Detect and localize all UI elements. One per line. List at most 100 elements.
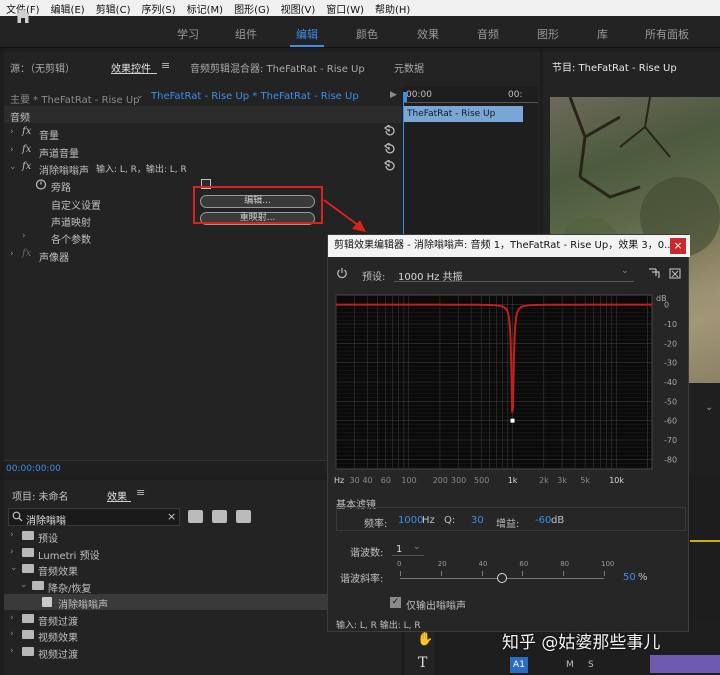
- tree-item-label[interactable]: Lumetri 预设: [38, 547, 100, 562]
- search-value[interactable]: 消除嗡嗡: [26, 512, 66, 527]
- panel-menu-icon[interactable]: ≡: [136, 486, 145, 499]
- save-preset-icon[interactable]: [648, 267, 660, 279]
- preset-value[interactable]: 1000 Hz 共振: [398, 268, 463, 283]
- expand-icon[interactable]: ›: [10, 646, 14, 656]
- chevron-down-icon[interactable]: ⌄: [705, 402, 713, 413]
- gain-value[interactable]: -60: [535, 515, 551, 526]
- play-only-icon[interactable]: ▶: [390, 90, 397, 100]
- track-a1-target[interactable]: A1: [510, 657, 528, 673]
- menu-edit[interactable]: 编辑(E): [45, 1, 90, 16]
- menu-clip[interactable]: 剪辑(C): [90, 1, 136, 16]
- fx-icon[interactable]: fx: [22, 126, 31, 137]
- bypass-stopwatch-icon[interactable]: [35, 178, 47, 190]
- playhead-marker[interactable]: [403, 92, 407, 102]
- 32bit-effects-icon[interactable]: [212, 510, 227, 523]
- reset-icon[interactable]: [383, 143, 397, 155]
- track-solo-button[interactable]: S: [588, 660, 594, 670]
- menu-help[interactable]: 帮助(H): [369, 1, 415, 16]
- collapse-icon[interactable]: ⌄: [9, 162, 17, 172]
- effect-dehummer[interactable]: 消除嗡嗡声: [39, 162, 89, 177]
- tab-audio-clip-mixer[interactable]: 音频剪辑混合器: TheFatRat - Rise Up: [190, 60, 365, 75]
- clear-search-icon[interactable]: ×: [167, 510, 176, 523]
- chevron-down-icon[interactable]: ⌄: [136, 91, 144, 101]
- collapse-icon[interactable]: ⌄: [10, 563, 18, 573]
- menu-markers[interactable]: 标记(M): [181, 1, 228, 16]
- track-mute-button[interactable]: M: [566, 660, 574, 670]
- reset-icon[interactable]: [383, 125, 397, 137]
- expand-icon[interactable]: ›: [10, 613, 14, 623]
- effect-channel-volume[interactable]: 声道音量: [39, 145, 79, 160]
- params-label[interactable]: 各个参数: [51, 231, 91, 246]
- workspace-libraries[interactable]: 库: [597, 26, 608, 42]
- tree-item-label[interactable]: 音频过渡: [38, 613, 78, 628]
- type-tool-icon[interactable]: T: [418, 655, 427, 671]
- dialog-title[interactable]: 剪辑效果编辑器 - 消除嗡嗡声: 音频 1，TheFatRat - Rise U…: [328, 235, 690, 257]
- expand-icon[interactable]: ›: [10, 530, 14, 540]
- expand-icon[interactable]: ›: [10, 629, 14, 639]
- slope-tick-mark: [400, 571, 401, 576]
- tree-item-label[interactable]: 预设: [38, 530, 58, 545]
- output-hum-only-label[interactable]: 仅输出嗡嗡声: [406, 597, 466, 612]
- workspace-color[interactable]: 颜色: [356, 26, 378, 42]
- effect-volume[interactable]: 音量: [39, 127, 59, 142]
- workspace-learn[interactable]: 学习: [177, 26, 199, 42]
- chevron-down-icon[interactable]: ⌄: [413, 542, 421, 552]
- tree-item-label[interactable]: 视频过渡: [38, 646, 78, 661]
- menu-graphics[interactable]: 图形(G): [228, 1, 275, 16]
- output-hum-only-checkbox[interactable]: ✓: [390, 597, 401, 608]
- tree-item-label[interactable]: 消除嗡嗡声: [58, 596, 108, 611]
- frequency-response-graph[interactable]: dB 0-10-20-30-40-50-60-70-80 Hz 30 40 60 100…: [334, 293, 684, 489]
- tab-project[interactable]: 项目: 未命名: [12, 488, 69, 503]
- tree-item-label[interactable]: 视频效果: [38, 629, 78, 644]
- section-audio-label: 音频: [10, 113, 30, 124]
- master-clip-label[interactable]: 主要 * TheFatRat - Rise Up: [10, 91, 140, 106]
- program-title[interactable]: 节目: TheFatRat - Rise Up: [552, 59, 677, 74]
- expand-icon[interactable]: ›: [10, 145, 14, 155]
- panel-menu-icon[interactable]: ≡: [161, 59, 170, 72]
- workspace-audio[interactable]: 音频: [477, 26, 499, 42]
- audio-clip-block[interactable]: [650, 655, 720, 673]
- workspace-effects[interactable]: 效果: [417, 26, 439, 42]
- freq-value[interactable]: 1000: [398, 515, 423, 526]
- slope-value[interactable]: 50: [623, 572, 636, 583]
- power-icon[interactable]: [336, 267, 348, 279]
- delete-preset-icon[interactable]: [669, 267, 681, 279]
- chevron-down-icon[interactable]: ⌄: [621, 266, 629, 276]
- home-icon[interactable]: [14, 8, 32, 24]
- fx-icon[interactable]: fx: [22, 161, 31, 172]
- workspace-editing[interactable]: 编辑: [296, 26, 318, 42]
- current-timecode[interactable]: 00:00:00:00: [6, 464, 61, 474]
- expand-icon[interactable]: ›: [22, 231, 26, 241]
- sequence-clip-label[interactable]: TheFatRat - Rise Up * TheFatRat - Rise U…: [151, 91, 359, 102]
- menu-sequence[interactable]: 序列(S): [135, 1, 180, 16]
- menu-view[interactable]: 视图(V): [275, 1, 321, 16]
- expand-icon[interactable]: ›: [10, 127, 14, 137]
- workspace-graphics[interactable]: 图形: [537, 26, 559, 42]
- workspace-all-panels[interactable]: 所有面板: [645, 26, 689, 42]
- hz-tick-label: 5k: [580, 476, 590, 485]
- reset-icon[interactable]: [383, 160, 397, 172]
- slope-tick-label: 100: [601, 560, 615, 568]
- yuv-effects-icon[interactable]: [236, 510, 251, 523]
- effect-panner[interactable]: 声像器: [39, 249, 69, 264]
- harmonics-value[interactable]: 1: [396, 544, 402, 555]
- tree-item-label[interactable]: 降杂/恢复: [48, 580, 91, 595]
- accelerated-effects-icon[interactable]: [188, 510, 203, 523]
- channel-map-label: 声道映射: [51, 218, 91, 229]
- tab-metadata[interactable]: 元数据: [394, 60, 424, 75]
- expand-icon[interactable]: ›: [10, 249, 14, 259]
- menu-window[interactable]: 窗口(W): [320, 1, 369, 16]
- collapse-icon[interactable]: ⌄: [20, 580, 28, 590]
- folder-icon: [22, 646, 34, 656]
- hand-tool-icon[interactable]: ✋: [417, 632, 433, 647]
- clip-bar[interactable]: TheFatRat - Rise Up: [404, 106, 523, 122]
- close-button[interactable]: ×: [670, 238, 686, 254]
- fx-icon[interactable]: fx: [22, 144, 31, 155]
- tab-source[interactable]: 源：（无剪辑）: [10, 60, 75, 75]
- q-value[interactable]: 30: [471, 515, 484, 526]
- slope-slider-thumb[interactable]: [497, 573, 507, 583]
- timeline-end: 00:: [508, 90, 523, 100]
- expand-icon[interactable]: ›: [10, 547, 14, 557]
- tree-item-label[interactable]: 音频效果: [38, 563, 78, 578]
- workspace-assembly[interactable]: 组件: [235, 26, 257, 42]
